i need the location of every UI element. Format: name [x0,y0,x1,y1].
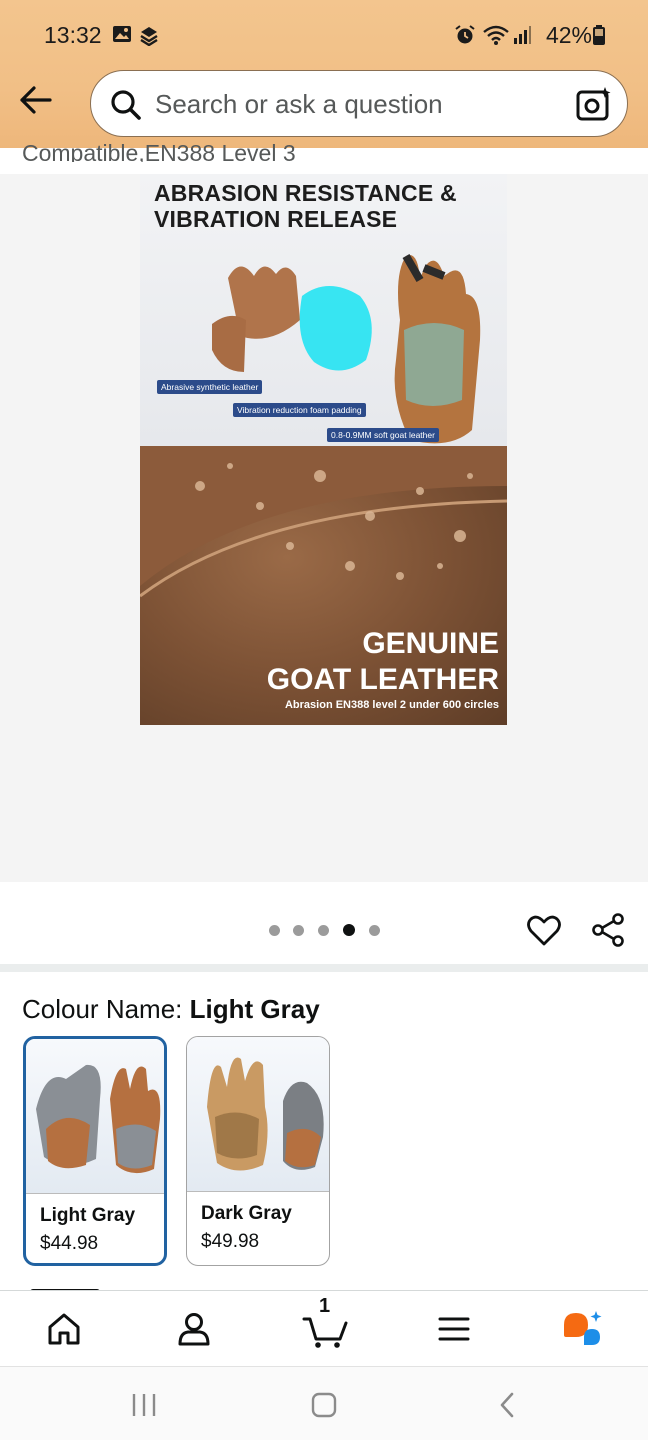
section-divider [0,964,648,972]
back-button-icon[interactable] [494,1391,522,1419]
bottom-navigation: 1 [0,1290,648,1366]
signal-icon [514,26,531,44]
menu-icon[interactable] [434,1309,474,1349]
swatch-name: Dark Gray [201,1203,292,1224]
search-bar[interactable] [90,70,628,137]
swatch-price: $49.98 [201,1231,260,1252]
swatch-price: $44.98 [40,1233,99,1254]
account-icon[interactable] [174,1309,214,1349]
product-title-fragment: Compatible,EN388 Level 3 [22,140,296,163]
glove-illustration-icon [212,253,481,444]
search-input[interactable] [155,83,555,125]
heart-icon[interactable] [526,912,562,948]
carousel-dot[interactable] [369,925,380,936]
image-headline: ABRASION RESISTANCE & VIBRATION RELEASE [154,180,457,232]
colour-option-light-gray[interactable]: Light Gray $44.98 [23,1036,167,1266]
arrow-left-icon[interactable] [16,82,56,118]
gallery-icon [113,26,131,42]
image-big-text: GENUINE GOAT LEATHER [266,627,499,696]
alarm-icon [455,25,475,44]
image-caption: Abrasion EN388 level 2 under 600 circles [284,699,499,711]
carousel-controls [0,882,648,966]
carousel-dot[interactable] [318,925,329,936]
carousel-dot[interactable] [293,925,304,936]
colour-name-label: Colour Name: Light Gray [22,994,320,1024]
app-icon [140,27,158,46]
carousel-dot-active[interactable] [343,924,355,936]
product-image[interactable]: ABRASION RESISTANCE & VIBRATION RELEASE … [140,174,507,725]
swatch-thumbnail [26,1039,164,1194]
glove-thumbnail-icon [207,1057,324,1171]
image-label-2: Vibration reduction foam padding [233,403,366,417]
colour-option-dark-gray[interactable]: Dark Gray $49.98 [186,1036,330,1266]
glove-thumbnail-icon [36,1064,161,1174]
recent-apps-icon[interactable] [130,1391,158,1419]
share-icon[interactable] [590,912,626,948]
selected-colour: Light Gray [189,994,320,1024]
app-header: 13:32 42% [0,0,648,148]
swatch-name: Light Gray [40,1205,136,1226]
status-time: 13:32 [44,22,102,48]
rufus-icon[interactable] [562,1309,602,1349]
product-image-gallery[interactable]: ABRASION RESISTANCE & VIBRATION RELEASE … [0,174,648,882]
image-leather-panel: GENUINE GOAT LEATHER Abrasion EN388 leve… [140,446,507,725]
search-icon [111,90,141,120]
system-navigation-bar [0,1366,648,1440]
image-top-panel: ABRASION RESISTANCE & VIBRATION RELEASE … [140,174,507,446]
wifi-icon [483,25,509,45]
image-label-1: Abrasive synthetic leather [157,380,263,394]
cart-count-badge: 1 [319,1295,331,1317]
battery-icon [593,25,605,45]
image-label-3: 0.8-0.9MM soft goat leather [327,428,439,442]
carousel-dot[interactable] [269,925,280,936]
camera-search-icon[interactable] [575,85,613,123]
status-bar: 13:32 42% [0,0,648,70]
swatch-thumbnail [187,1037,329,1192]
battery-percent: 42% [545,22,592,48]
home-icon[interactable] [44,1309,84,1349]
home-button-icon[interactable] [310,1391,338,1419]
